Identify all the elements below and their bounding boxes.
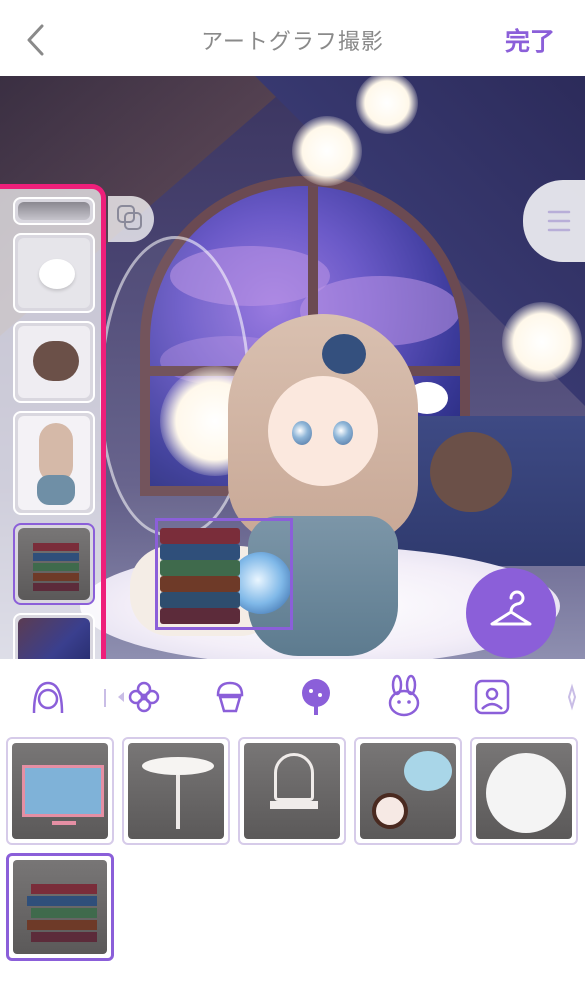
tab-flower[interactable] [114, 673, 162, 721]
tab-rabbit[interactable] [380, 673, 428, 721]
art-graph-screen: アートグラフ撮影 完了 [0, 0, 585, 1003]
duplicate-icon [117, 205, 142, 230]
sparkle-icon [567, 683, 577, 711]
layer-panel [0, 184, 106, 659]
layer-thumb-book-stack[interactable] [13, 523, 95, 605]
layer-thumb-brown-dog[interactable] [13, 321, 95, 403]
item-tv-weather-report[interactable] [6, 737, 114, 845]
category-tab-bar [0, 659, 585, 737]
tab-cupcake[interactable] [206, 673, 254, 721]
photo-frame-icon [474, 679, 510, 715]
layer-thumb-attic-background[interactable] [13, 613, 95, 659]
tab-photo-frame[interactable] [468, 673, 516, 721]
page-title: アートグラフ撮影 [201, 30, 384, 55]
hamburger-menu-icon [547, 210, 571, 232]
layer-thumb-snow-bird[interactable] [13, 233, 95, 313]
rabbit-icon [388, 674, 420, 717]
layer-thumb-cloud-frame[interactable] [13, 197, 95, 225]
menu-button[interactable] [523, 180, 585, 262]
cupcake-icon [216, 681, 244, 713]
item-tea-and-cake-set[interactable] [354, 737, 462, 845]
item-white-round-rug[interactable] [470, 737, 578, 845]
flower-icon [118, 681, 160, 713]
selection-box[interactable] [155, 518, 293, 630]
avatar-eye-right [333, 421, 353, 445]
closet-button[interactable] [466, 568, 556, 658]
item-white-round-table[interactable] [122, 737, 230, 845]
item-book-stack[interactable] [6, 853, 114, 961]
layer-thumb-girl-avatar[interactable] [13, 411, 95, 515]
done-button[interactable]: 完了 [505, 22, 555, 58]
duplicate-button[interactable] [108, 196, 154, 242]
avatar-face-icon [32, 681, 64, 714]
tab-more[interactable] [560, 673, 585, 721]
clothes-hanger-icon [490, 590, 532, 626]
item-white-ornate-chair[interactable] [238, 737, 346, 845]
hair-flower [322, 334, 366, 374]
item-grid [0, 737, 585, 1003]
tree-icon [302, 679, 330, 715]
photo-scene-canvas[interactable] [0, 76, 585, 659]
tab-tree[interactable] [292, 673, 340, 721]
brown-dog-sprite[interactable] [430, 432, 512, 512]
tab-avatar[interactable] [24, 673, 72, 721]
hanging-lamp-1 [292, 116, 362, 186]
tab-divider [104, 689, 106, 707]
avatar-eye-left [292, 421, 312, 445]
avatar-face [268, 376, 378, 486]
header-bar: アートグラフ撮影 完了 [0, 0, 585, 76]
hanging-lamp-3 [502, 302, 582, 382]
